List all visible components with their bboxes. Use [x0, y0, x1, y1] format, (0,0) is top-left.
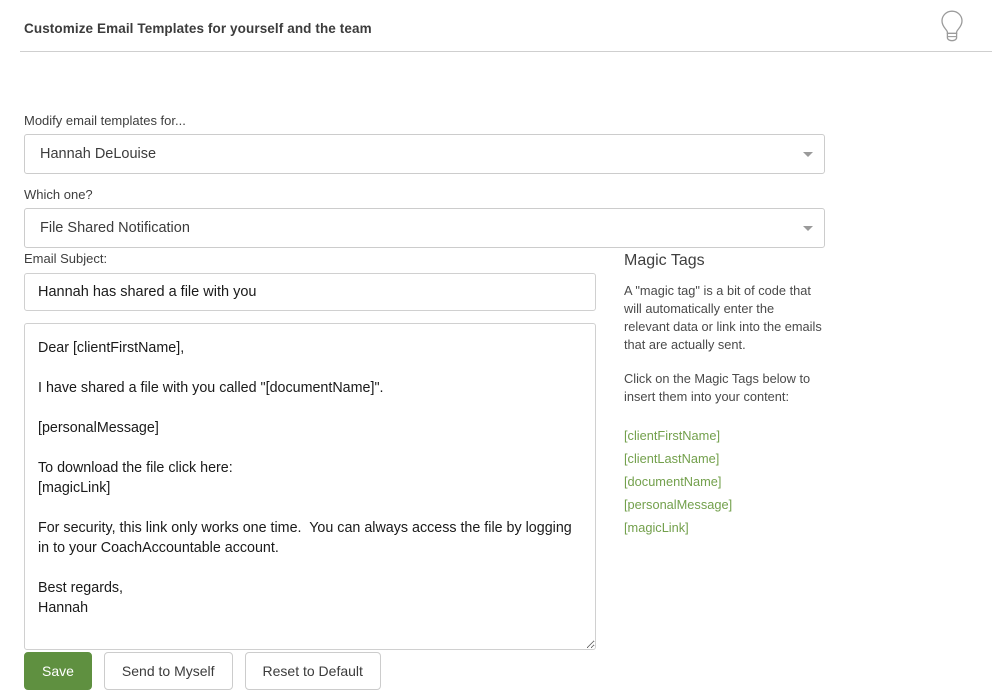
modify-for-select[interactable]: Hannah DeLouise	[24, 134, 825, 174]
which-one-select[interactable]: File Shared Notification	[24, 208, 825, 248]
send-to-myself-button[interactable]: Send to Myself	[103, 652, 233, 690]
magic-tag-client-last-name[interactable]: [clientLastName]	[624, 447, 834, 470]
field-which-one: Which one? File Shared Notification	[24, 188, 825, 248]
which-one-label: Which one?	[24, 187, 93, 202]
chevron-down-icon	[803, 152, 813, 157]
magic-tags-instruction: Click on the Magic Tags below to insert …	[624, 371, 811, 405]
page-header: Customize Email Templates for yourself a…	[0, 0, 992, 52]
page-title: Customize Email Templates for yourself a…	[24, 21, 372, 36]
modify-for-selected-value: Hannah DeLouise	[40, 146, 157, 162]
email-subject-label: Email Subject:	[24, 251, 108, 266]
which-one-selected-value: File Shared Notification	[40, 220, 190, 236]
save-button[interactable]: Save	[24, 652, 92, 690]
reset-to-default-button[interactable]: Reset to Default	[244, 652, 381, 690]
magic-tag-personal-message[interactable]: [personalMessage]	[624, 493, 834, 516]
magic-tags-title: Magic Tags	[624, 252, 705, 269]
lightbulb-glyph	[941, 10, 963, 42]
form-actions: Save Send to Myself Reset to Default	[24, 652, 381, 690]
chevron-down-icon	[803, 226, 813, 231]
magic-tags-description: A "magic tag" is a bit of code that will…	[624, 283, 822, 353]
magic-tags-list: [clientFirstName] [clientLastName] [docu…	[624, 424, 834, 539]
modify-for-label: Modify email templates for...	[24, 113, 186, 128]
lightbulb-icon[interactable]	[930, 4, 974, 48]
field-modify-for: Modify email templates for... Hannah DeL…	[24, 114, 825, 174]
header-divider	[20, 51, 992, 52]
magic-tags-panel: Magic Tags A "magic tag" is a bit of cod…	[624, 251, 834, 539]
email-editor-column: Email Subject: Dear [clientFirstName], I…	[24, 252, 596, 650]
email-body-textarea[interactable]: Dear [clientFirstName], I have shared a …	[24, 323, 596, 650]
email-subject-input[interactable]	[24, 273, 596, 311]
magic-tag-client-first-name[interactable]: [clientFirstName]	[624, 424, 834, 447]
magic-tag-magic-link[interactable]: [magicLink]	[624, 516, 834, 539]
magic-tag-document-name[interactable]: [documentName]	[624, 470, 834, 493]
